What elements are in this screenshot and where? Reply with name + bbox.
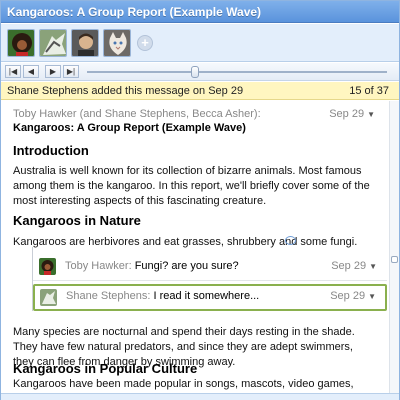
reply-avatar-1-image [39, 258, 56, 275]
chevron-down-icon[interactable]: ▼ [368, 292, 376, 301]
playback-next-button[interactable]: ▶ [45, 65, 61, 78]
wave-window: Kangaroos: A Group Report (Example Wave) [0, 0, 400, 400]
wave-title: Kangaroos: A Group Report (Example Wave) [13, 122, 246, 134]
wave-content: Toby Hawker (and Shane Stephens, Becca A… [1, 101, 389, 393]
avatar-3-image [72, 30, 98, 56]
info-message: Shane Stephens added this message on Sep… [7, 85, 244, 97]
playback-first-button[interactable]: |◀ [5, 65, 21, 78]
reply-blip-selected[interactable]: Shane Stephens: I read it somewhere... S… [33, 284, 387, 311]
reply-avatar-2-image [40, 289, 57, 306]
chevron-down-icon[interactable]: ▼ [367, 110, 375, 119]
participant-avatar[interactable] [103, 29, 131, 57]
info-bar: Shane Stephens added this message on Sep… [1, 82, 399, 100]
heading-culture: Kangaroos in Popular Culture [13, 361, 198, 376]
participants-bar: + [1, 24, 399, 62]
avatar-2-image [40, 30, 66, 56]
inline-reply-icon[interactable] [285, 236, 296, 245]
chevron-down-icon[interactable]: ▼ [369, 262, 377, 271]
reply-blip[interactable]: Toby Hawker: Fungi? are you sure? Sep 29… [33, 254, 387, 281]
reply-author: Toby Hawker: [65, 260, 132, 272]
paragraph-nature: Kangaroos are herbivores and eat grasses… [13, 236, 358, 248]
reply-date[interactable]: Sep 29 ▼ [330, 290, 376, 302]
message-counter: 15 of 37 [349, 85, 389, 97]
window-title: Kangaroos: A Group Report (Example Wave) [7, 5, 262, 19]
avatar-1-image [8, 30, 34, 56]
playback-last-button[interactable]: ▶| [63, 65, 79, 78]
add-participant-button[interactable]: + [137, 35, 153, 51]
bottom-bar [1, 393, 399, 400]
content-scrollbar[interactable] [389, 101, 399, 393]
participant-avatar[interactable] [7, 29, 35, 57]
playback-prev-button[interactable]: ◀ [23, 65, 39, 78]
title-bar[interactable]: Kangaroos: A Group Report (Example Wave) [1, 1, 399, 23]
blip-authors: Toby Hawker (and Shane Stephens, Becca A… [13, 108, 261, 120]
playback-slider-thumb[interactable] [191, 66, 199, 78]
scrollbar-knob[interactable] [391, 256, 398, 263]
playback-bar: |◀ ◀ ▶ ▶| [1, 63, 399, 81]
blip-date[interactable]: Sep 29 ▼ [329, 108, 375, 120]
reply-text: Toby Hawker: Fungi? are you sure? [65, 260, 239, 272]
reply-author: Shane Stephens: [66, 290, 151, 302]
participant-avatar[interactable] [71, 29, 99, 57]
reply-date[interactable]: Sep 29 ▼ [331, 260, 377, 272]
heading-introduction: Introduction [13, 143, 89, 158]
reply-date-text: Sep 29 [331, 260, 367, 272]
participant-avatar[interactable] [39, 29, 67, 57]
paragraph-introduction: Australia is well known for its collecti… [13, 165, 370, 207]
avatar [39, 258, 56, 275]
paragraph-culture: Kangaroos have been made popular in song… [13, 378, 354, 390]
reply-date-text: Sep 29 [330, 290, 366, 302]
avatar [40, 289, 57, 306]
avatar-4-image [104, 30, 130, 56]
heading-nature: Kangaroos in Nature [13, 213, 141, 228]
blip-date-text: Sep 29 [329, 108, 365, 120]
playback-slider-track[interactable] [87, 71, 387, 73]
reply-text: Shane Stephens: I read it somewhere... [66, 290, 259, 302]
blip-header: Toby Hawker (and Shane Stephens, Becca A… [13, 108, 381, 134]
reply-body: I read it somewhere... [153, 290, 260, 302]
reply-body: Fungi? are you sure? [134, 260, 239, 272]
